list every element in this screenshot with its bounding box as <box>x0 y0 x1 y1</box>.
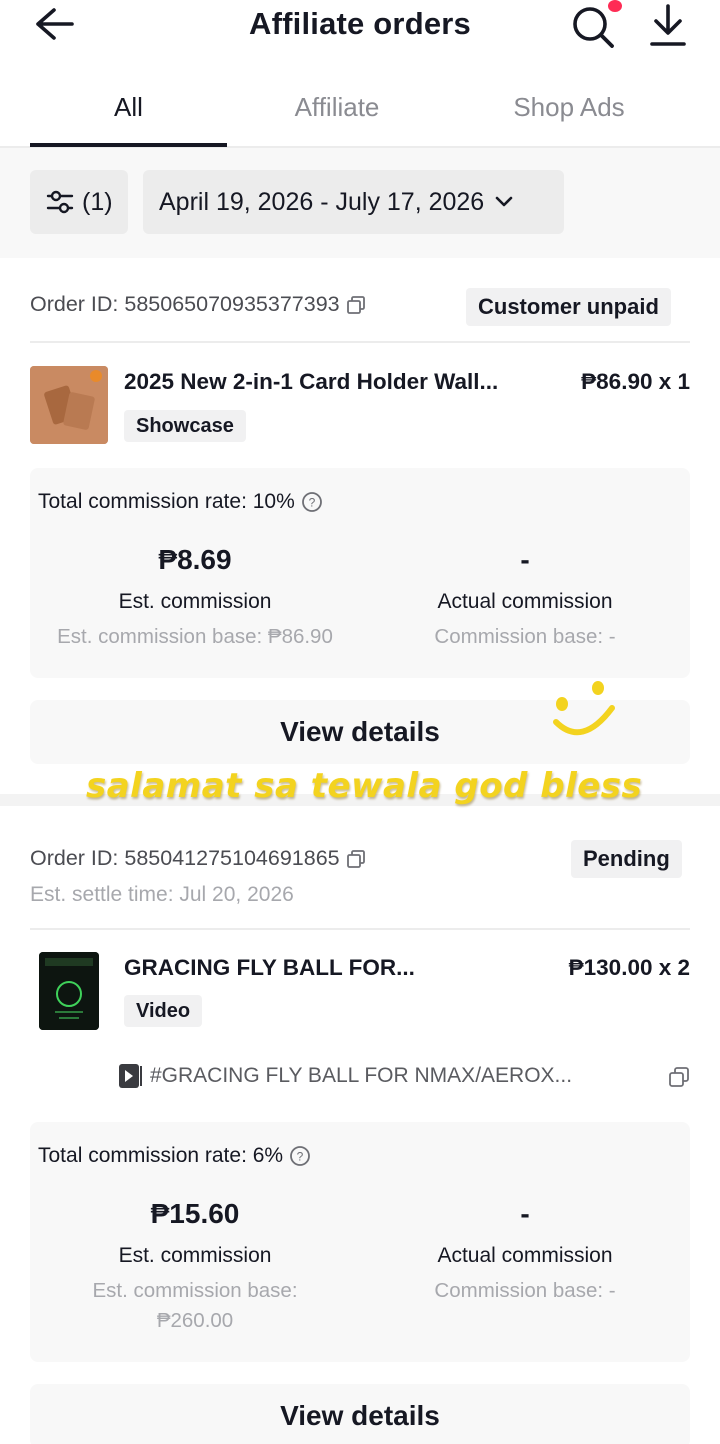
est-commission-base: Est. commission base: ₱260.00 <box>30 1276 360 1336</box>
tab-all[interactable]: All <box>30 92 227 123</box>
view-details-button[interactable]: View details <box>30 1384 690 1444</box>
est-commission-value: ₱8.69 <box>158 544 232 575</box>
actual-commission-column: - Actual commission Commission base: - <box>360 1198 690 1306</box>
commission-panel: Total commission rate: 10% ? ₱8.69 Est. … <box>30 468 690 678</box>
filter-sliders-icon <box>46 190 74 214</box>
order-id-text: Order ID: 585041275104691865 <box>30 846 340 870</box>
actual-commission-value: - <box>520 1198 530 1229</box>
divider <box>30 341 690 343</box>
est-commission-column: ₱8.69 Est. commission Est. commission ba… <box>30 544 360 652</box>
est-commission-base: Est. commission base: ₱86.90 <box>57 625 333 648</box>
tab-affiliate[interactable]: Affiliate <box>237 92 437 123</box>
chevron-down-icon <box>495 196 513 207</box>
commission-rate-text: Total commission rate: 6% <box>38 1144 284 1167</box>
overlay-caption: salamat sa tewala god bless <box>86 766 643 806</box>
video-play-icon <box>119 1064 142 1088</box>
commission-panel: Total commission rate: 6% ? ₱15.60 Est. … <box>30 1122 690 1362</box>
help-icon[interactable]: ? <box>301 491 323 513</box>
linked-video[interactable]: #GRACING FLY BALL FOR NMAX/AEROX... <box>118 1063 572 1089</box>
settle-time: Est. settle time: Jul 20, 2026 <box>30 883 294 906</box>
filter-count: (1) <box>82 187 113 216</box>
help-icon[interactable]: ? <box>289 1145 311 1167</box>
price-quantity: ₱130.00 x 2 <box>568 955 690 980</box>
est-commission-label: Est. commission <box>118 1244 272 1267</box>
filter-button[interactable]: (1) <box>30 170 128 234</box>
date-range-dropdown[interactable]: April 19, 2026 - July 17, 2026 <box>143 170 564 234</box>
active-tab-indicator <box>30 143 227 147</box>
est-commission-base-label: Est. commission base: <box>92 1279 298 1302</box>
filter-bar: (1) April 19, 2026 - July 17, 2026 <box>0 148 720 258</box>
est-commission-label: Est. commission <box>118 590 272 613</box>
source-tag: Video <box>124 995 203 1027</box>
source-tag: Showcase <box>124 410 246 442</box>
copy-icon[interactable] <box>346 295 366 315</box>
commission-base: Commission base: - <box>434 625 616 648</box>
actual-commission-value: - <box>520 544 530 575</box>
video-title: #GRACING FLY BALL FOR NMAX/AEROX... <box>150 1064 573 1087</box>
commission-base: Commission base: - <box>434 1279 616 1302</box>
commission-rate-text: Total commission rate: 10% <box>38 490 295 513</box>
est-commission-column: ₱15.60 Est. commission Est. commission b… <box>30 1198 360 1336</box>
order-id: Order ID: 585041275104691865 <box>30 846 366 871</box>
product-thumbnail[interactable] <box>30 366 108 444</box>
product-thumbnail[interactable] <box>39 952 99 1030</box>
actual-commission-label: Actual commission <box>437 1244 613 1267</box>
copy-icon[interactable] <box>346 849 366 869</box>
status-badge: Customer unpaid <box>466 288 671 326</box>
est-commission-base-value: ₱260.00 <box>156 1309 234 1332</box>
notification-dot <box>608 0 622 12</box>
order-id-text: Order ID: 585065070935377393 <box>30 292 340 316</box>
tab-bar: All Affiliate Shop Ads <box>0 72 720 148</box>
fly-ball-package-image <box>39 952 99 1030</box>
est-commission-value: ₱15.60 <box>150 1198 240 1229</box>
product-name[interactable]: GRACING FLY BALL FOR... <box>124 955 415 981</box>
status-badge: Pending <box>571 840 682 878</box>
card-holder-image <box>30 366 108 444</box>
svg-text:?: ? <box>297 1150 304 1164</box>
actual-commission-label: Actual commission <box>437 590 613 613</box>
commission-rate: Total commission rate: 10% ? <box>38 490 323 514</box>
product-name[interactable]: 2025 New 2-in-1 Card Holder Wall... <box>124 369 498 395</box>
smiley-icon <box>553 681 615 736</box>
copy-link-icon[interactable] <box>668 1066 690 1088</box>
commission-rate: Total commission rate: 6% ? <box>38 1144 311 1168</box>
divider <box>30 928 690 930</box>
actual-commission-column: - Actual commission Commission base: - <box>360 544 690 652</box>
tab-shop-ads[interactable]: Shop Ads <box>468 92 670 123</box>
price-quantity: ₱86.90 x 1 <box>581 369 690 394</box>
app-header: Affiliate orders <box>0 0 720 52</box>
download-icon[interactable] <box>646 2 690 48</box>
date-range-label: April 19, 2026 - July 17, 2026 <box>159 187 485 216</box>
svg-text:?: ? <box>308 496 315 510</box>
order-id: Order ID: 585065070935377393 <box>30 292 366 317</box>
